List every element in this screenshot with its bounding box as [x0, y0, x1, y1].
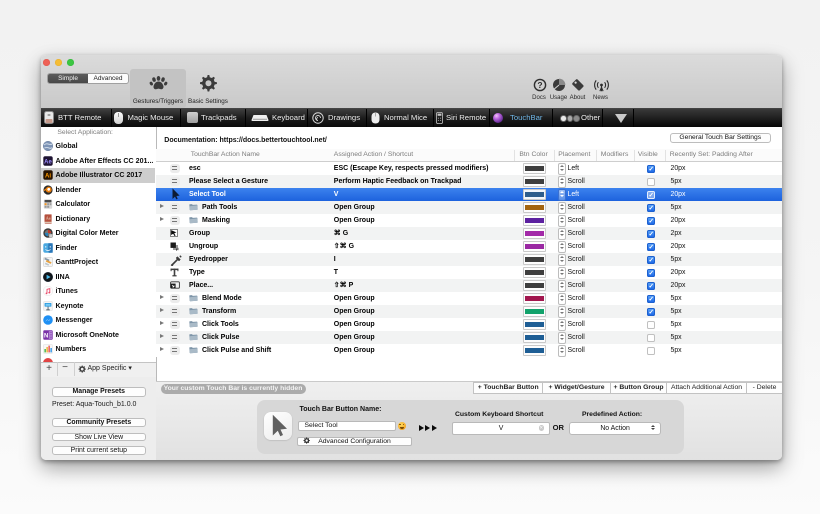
- svg-text:Ae: Ae: [44, 159, 52, 165]
- svg-text:Aa: Aa: [45, 215, 50, 220]
- svg-text:Ai: Ai: [45, 174, 51, 180]
- svg-text:?: ?: [537, 80, 542, 90]
- svg-text:N: N: [44, 333, 48, 339]
